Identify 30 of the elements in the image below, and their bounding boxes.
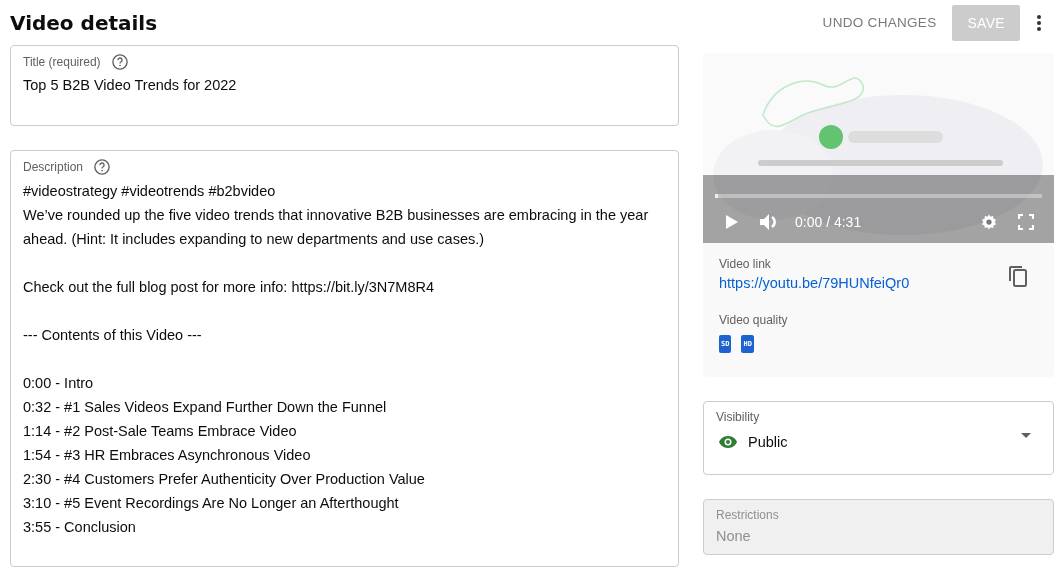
description-line: Check out the full blog post for more info: https://bit.ly/3N7M8R4 <box>23 278 436 297</box>
description-line: 1:14 - #2 Post-Sale Teams Embrace Video <box>23 422 298 441</box>
time-display: 0:00 / 4:31 <box>795 214 862 230</box>
video-link[interactable]: https://youtu.be/79HUNfeiQr0 <box>719 275 910 291</box>
field-label: Description <box>23 160 84 174</box>
page-title: Video details <box>10 10 158 35</box>
more-options-icon[interactable] <box>1036 13 1042 32</box>
play-icon[interactable] <box>725 214 739 230</box>
fullscreen-icon[interactable] <box>1018 214 1034 230</box>
dropdown-arrow-icon <box>1021 432 1031 438</box>
description-line: 0:32 - #1 Sales Videos Expand Further Down the Funnel <box>23 398 388 417</box>
help-icon[interactable] <box>110 53 129 71</box>
copy-icon[interactable] <box>1008 265 1028 287</box>
description-line: 1:54 - #3 HR Embraces Asynchronous Video <box>23 446 312 465</box>
field-label: Video link <box>719 257 772 271</box>
description-line: 2:30 - #4 Customers Prefer Authenticity Over Production Value <box>23 470 426 489</box>
settings-icon[interactable] <box>980 213 998 231</box>
help-icon[interactable] <box>93 158 112 176</box>
title-input[interactable]: Top 5 B2B Video Trends for 2022 <box>23 77 666 93</box>
description-line: #videostrategy #videotrends #b2bvideo <box>23 182 277 201</box>
eye-icon <box>718 435 738 449</box>
volume-icon[interactable] <box>759 213 779 231</box>
description-line: --- Contents of this Video --- <box>23 326 203 345</box>
field-label: Title (required) <box>23 55 101 69</box>
description-line: 3:10 - #5 Event Recordings Are No Longer an Afterthought <box>23 494 400 513</box>
description-line: 3:55 - Conclusion <box>23 518 137 537</box>
visibility-dropdown[interactable]: Visibility Public <box>703 401 1054 475</box>
description-line: 0:00 - Intro <box>23 374 95 393</box>
description-line: We’ve rounded up the five video trends that innovative B2B businesses are embracing in the year ahead. (Hint: It includes expanding to new departments and use cases.) <box>23 206 650 249</box>
field-label: Video quality <box>719 313 789 327</box>
